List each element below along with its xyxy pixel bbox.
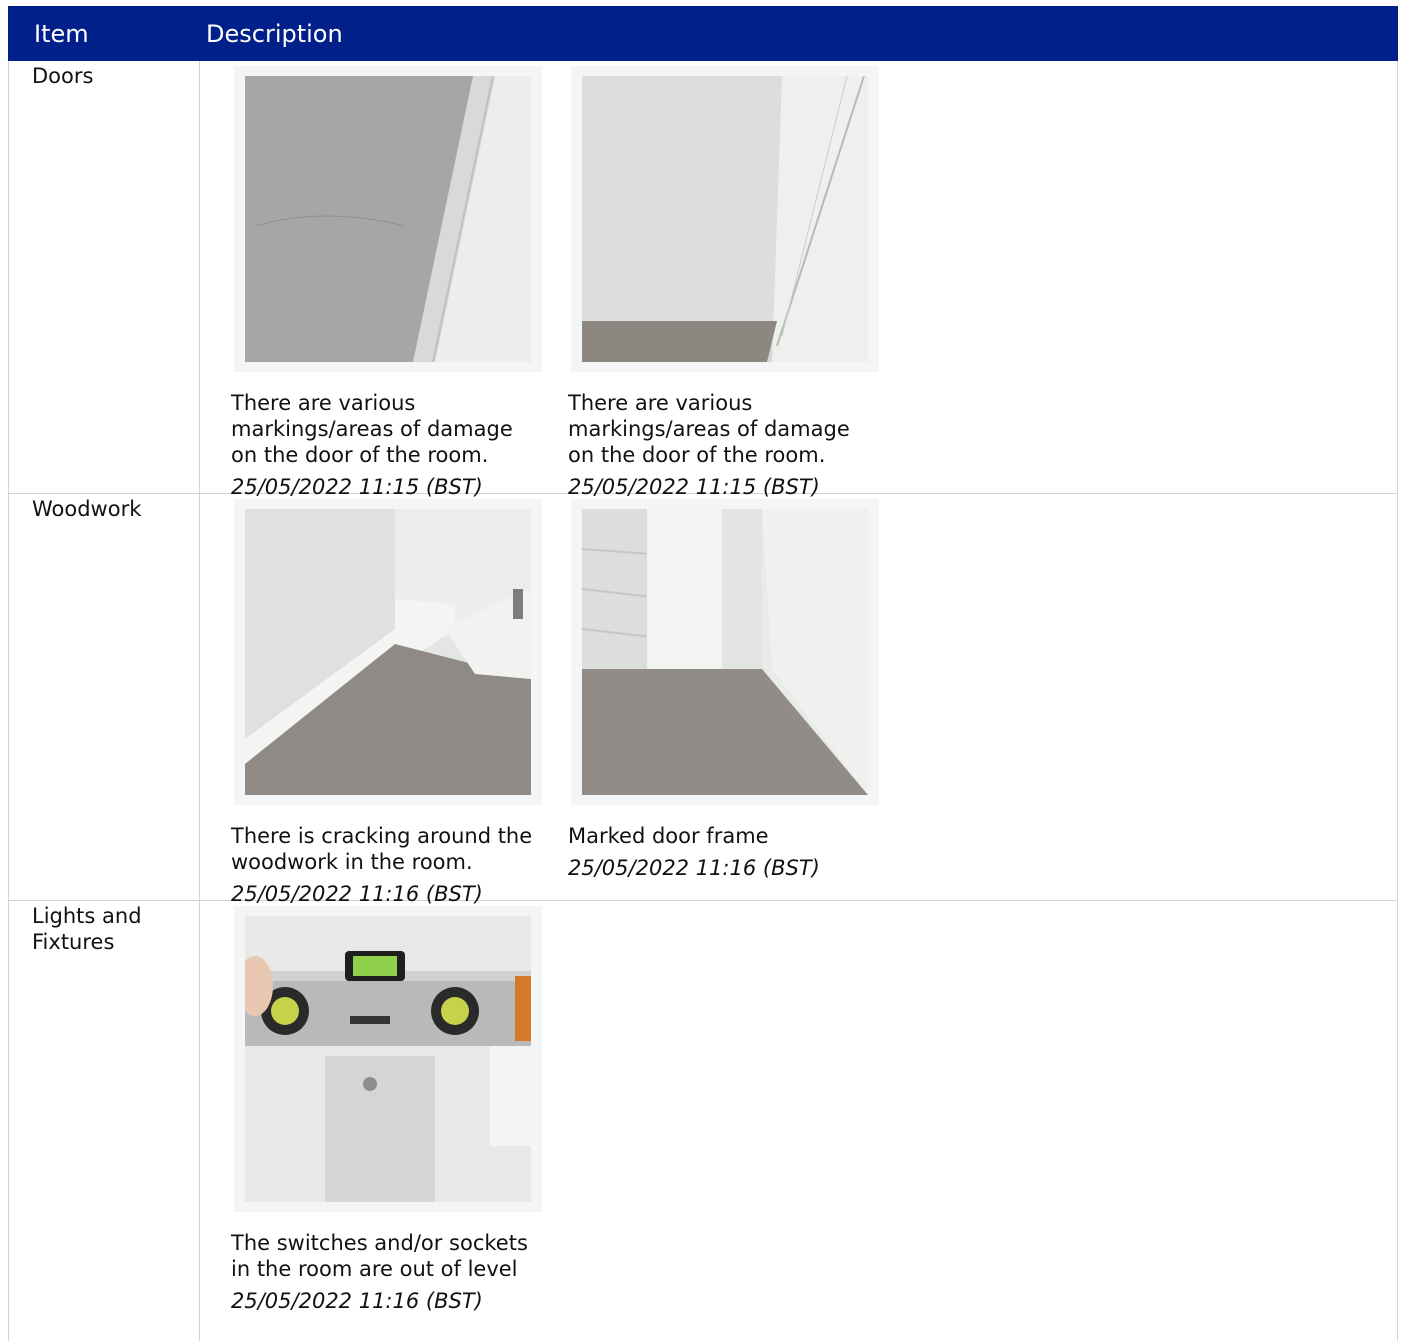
photo-timestamp: 25/05/2022 11:16 (BST) bbox=[568, 856, 820, 880]
photo-card: Marked door frame 25/05/2022 11:16 (BST) bbox=[568, 499, 881, 881]
inspection-table: Item Description Doors There are various… bbox=[8, 6, 1398, 1341]
table-row-woodwork: Woodwork There is cracking around the wo… bbox=[8, 494, 1398, 906]
photo-thumbnail[interactable] bbox=[571, 499, 879, 805]
photo-door-bottom bbox=[582, 76, 868, 362]
photo-spirit-level bbox=[245, 916, 531, 1202]
photo-card: There are various markings/areas of dama… bbox=[568, 66, 881, 500]
item-label: Doors bbox=[32, 64, 94, 88]
photo-caption: Marked door frame bbox=[568, 824, 769, 848]
table-row-lights-and-fixtures: Lights and Fixtures The switches and/or … bbox=[8, 901, 1398, 1341]
table-row-doors: Doors There are various markings/areas o… bbox=[8, 61, 1398, 499]
column-divider bbox=[199, 61, 200, 493]
photo-thumbnail[interactable] bbox=[234, 499, 542, 805]
photo-thumbnail[interactable] bbox=[234, 66, 542, 372]
photo-card: There is cracking around the woodwork in… bbox=[231, 499, 544, 907]
photo-caption: There are various markings/areas of dama… bbox=[231, 391, 513, 467]
item-label: Woodwork bbox=[32, 497, 142, 521]
photo-caption: The switches and/or sockets in the room … bbox=[231, 1231, 528, 1281]
header-item: Item bbox=[34, 20, 89, 48]
column-divider bbox=[199, 494, 200, 900]
column-divider bbox=[199, 901, 200, 1341]
item-label: Lights and Fixtures bbox=[32, 904, 142, 954]
photo-card: The switches and/or sockets in the room … bbox=[231, 906, 544, 1314]
photo-thumbnail[interactable] bbox=[571, 66, 879, 372]
photo-door-frame bbox=[582, 509, 868, 795]
photo-card: There are various markings/areas of dama… bbox=[231, 66, 544, 500]
photo-caption: There is cracking around the woodwork in… bbox=[231, 824, 533, 874]
photo-thumbnail[interactable] bbox=[234, 906, 542, 1212]
header-description: Description bbox=[206, 20, 343, 48]
photo-skirting-corner bbox=[245, 509, 531, 795]
photo-timestamp: 25/05/2022 11:16 (BST) bbox=[231, 1289, 483, 1313]
table-header: Item Description bbox=[8, 6, 1398, 61]
photo-door-edge bbox=[245, 76, 531, 362]
photo-caption: There are various markings/areas of dama… bbox=[568, 391, 850, 467]
